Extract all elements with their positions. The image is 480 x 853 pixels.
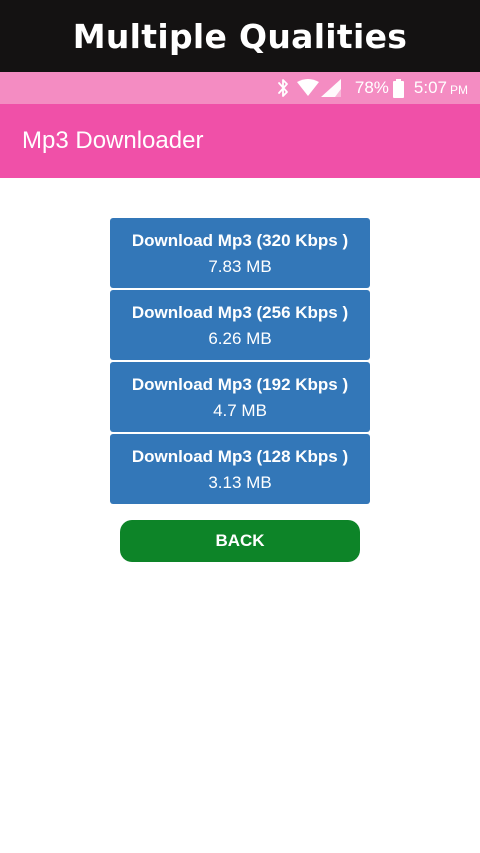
wifi-icon (296, 79, 319, 97)
banner-title: Multiple Qualities (72, 16, 408, 56)
download-192kbps-button[interactable]: Download Mp3 (192 Kbps ) 4.7 MB (110, 362, 370, 432)
promo-banner: Multiple Qualities (0, 0, 480, 72)
app-bar: Mp3 Downloader (0, 104, 480, 178)
download-label: Download Mp3 (128 Kbps ) (131, 447, 349, 466)
download-128kbps-button[interactable]: Download Mp3 (128 Kbps ) 3.13 MB (110, 434, 370, 504)
download-size: 3.13 MB (208, 473, 272, 492)
download-label: Download Mp3 (320 Kbps ) (131, 231, 349, 250)
download-size: 6.26 MB (208, 329, 272, 348)
download-256kbps-button[interactable]: Download Mp3 (256 Kbps ) 6.26 MB (110, 290, 370, 360)
download-320kbps-button[interactable]: Download Mp3 (320 Kbps ) 7.83 MB (110, 218, 370, 288)
download-label: Download Mp3 (256 Kbps ) (131, 303, 349, 322)
download-label: Download Mp3 (192 Kbps ) (131, 375, 349, 394)
battery-percentage: 78% (354, 78, 389, 97)
clock-ampm: PM (450, 82, 468, 97)
clock-time: 5:07 (413, 78, 447, 97)
battery-icon (392, 78, 404, 98)
status-bar: 78% 5:07 PM (0, 72, 480, 104)
download-size: 7.83 MB (208, 257, 272, 276)
back-button[interactable]: BACK (120, 520, 360, 562)
download-size: 4.7 MB (213, 401, 267, 420)
signal-icon (320, 79, 341, 97)
bluetooth-icon (277, 78, 289, 98)
app-title: Mp3 Downloader (22, 127, 204, 154)
clock: 5:07 PM (414, 78, 468, 98)
